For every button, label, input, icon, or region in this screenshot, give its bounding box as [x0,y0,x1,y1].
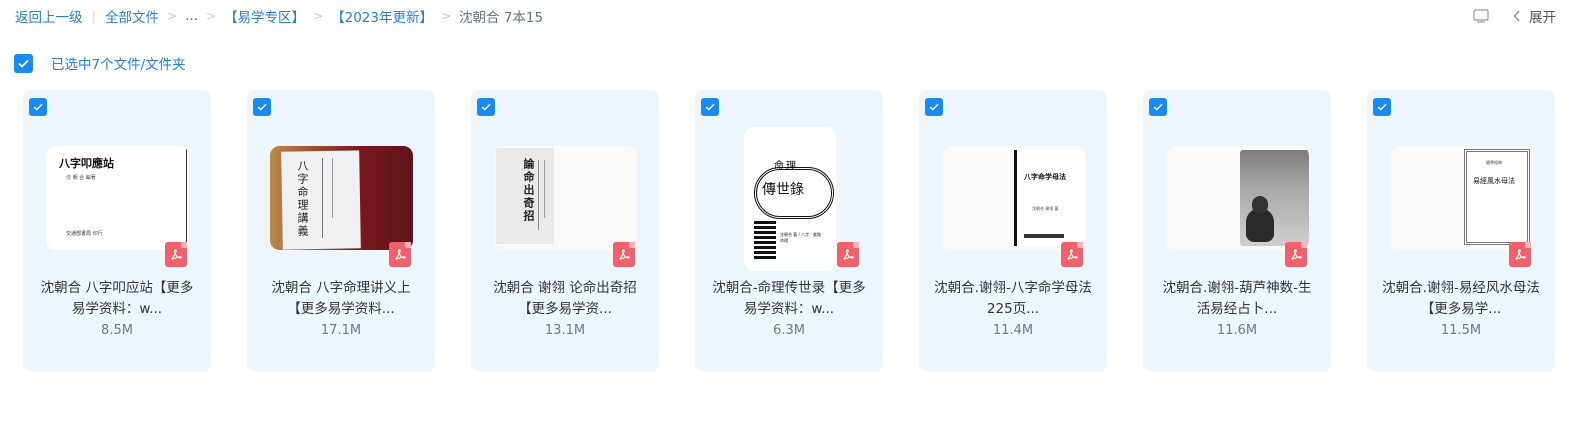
chevron-right-icon: > [313,9,324,23]
file-thumbnail: 八字命理講義 [270,146,413,250]
expand-button[interactable]: 展开 [1513,6,1556,26]
file-thumbnail [1166,146,1309,250]
chevron-left-icon [1513,10,1520,22]
file-size: 13.1M [544,323,586,338]
selection-count: 已选中7个文件/文件夹 [51,57,186,73]
breadcrumb-divider: | [91,8,97,24]
thumbnail-author: 沈 朝 合 編著 [66,175,96,181]
thumbnail-subtitle: 沈朝合 著 / 八字 · 紫微 · 命理 [780,232,824,243]
file-checkbox[interactable] [1373,98,1391,116]
file-size: 17.1M [320,323,362,338]
file-thumbnail: 命理 傳世錄 沈朝合 著 / 八字 · 紫微 · 命理 [744,127,836,271]
breadcrumb: 返回上一级 | 全部文件 > ... > 【易学专区】 > 【2023年更新】 … [15,6,543,26]
file-name: 沈朝合.谢翎-八字命学母法 225页... [934,280,1092,317]
file-size: 8.5M [101,323,133,338]
pdf-icon [1285,242,1307,267]
pdf-icon [165,242,187,267]
file-size: 11.6M [1216,323,1258,338]
file-card[interactable]: 命理 傳世錄 沈朝合 著 / 八字 · 紫微 · 命理 沈朝合-命理传世录【更多… [695,90,883,372]
thumbnail-title: 論命出奇招 [522,158,535,223]
file-size: 11.5M [1440,323,1482,338]
chevron-right-icon: > [167,9,178,23]
pdf-icon [389,242,411,267]
file-checkbox[interactable] [1149,98,1167,116]
thumbnail-title: 易經風水母法 [1473,177,1515,185]
breadcrumb-folder-yixue[interactable]: 【易学专区】 [224,6,305,26]
thumbnail-title: 八字叩應站 [59,157,114,170]
file-name: 沈朝合.谢翎-易经风水母法 【更多易学... [1382,280,1540,317]
file-checkbox[interactable] [253,98,271,116]
file-checkbox[interactable] [701,98,719,116]
file-name: 沈朝合 谢翎 论命出奇招 【更多易学资... [493,280,637,317]
selection-bar: 已选中7个文件/文件夹 [14,53,186,73]
file-thumbnail: 八字命学母法 沈朝合 谢翎 著 [942,146,1085,250]
checkmark-icon [257,103,267,111]
file-checkbox[interactable] [925,98,943,116]
thumbnail-top: 國學經典 [1486,160,1502,165]
checkmark-icon [481,103,491,111]
file-card[interactable]: 沈朝合.谢翎-葫芦神数-生 活易经占卜... 11.6M [1143,90,1331,372]
file-card[interactable]: 論命出奇招 沈朝合 谢翎 论命出奇招 【更多易学资... 13.1M [471,90,659,372]
file-card[interactable]: 八字命理講義 沈朝合 八字命理讲义上 【更多易学资料... 17.1M [247,90,435,372]
chevron-right-icon: > [440,9,452,23]
breadcrumb-current: 沈朝合 7本15 [459,10,544,26]
thumbnail-title: 八字命学母法 [1024,173,1066,181]
thumbnail-title: 傳世錄 [762,182,804,198]
file-card[interactable]: 八字叩應站 沈 朝 合 編著 交通部書局 印行 沈朝合 八字叩应站【更多 易学资… [23,90,211,372]
file-thumbnail: 國學經典 易經風水母法 [1390,146,1533,250]
checkmark-icon [1377,103,1387,111]
file-thumbnail: 八字叩應站 沈 朝 合 編著 交通部書局 印行 [46,146,189,250]
breadcrumb-folder-2023[interactable]: 【2023年更新】 [331,6,433,26]
checkmark-icon [18,59,29,68]
file-name: 沈朝合 八字命理讲义上 【更多易学资料... [271,280,411,317]
file-name: 沈朝合.谢翎-葫芦神数-生 活易经占卜... [1162,280,1312,317]
checkmark-icon [33,103,43,111]
back-link[interactable]: 返回上一级 [15,6,83,26]
file-name: 沈朝合-命理传世录【更多 易学资料：w... [712,280,866,317]
view-controls: 展开 [1473,6,1556,26]
pdf-icon [1509,242,1531,267]
thumbnail-subtitle: 沈朝合 谢翎 著 [1032,206,1059,211]
expand-label: 展开 [1529,10,1556,26]
select-all-checkbox[interactable] [14,53,33,73]
panel-toggle-icon[interactable] [1473,9,1489,23]
chevron-right-icon: > [206,9,217,23]
checkmark-icon [929,103,939,111]
breadcrumb-ellipsis[interactable]: ... [185,8,198,24]
pdf-icon [613,242,635,267]
file-grid: 八字叩應站 沈 朝 合 編著 交通部書局 印行 沈朝合 八字叩应站【更多 易学资… [23,90,1555,372]
thumbnail-title: 八字命理講義 [296,160,309,238]
file-name: 沈朝合 八字叩应站【更多 易学资料：w... [40,280,194,317]
file-size: 11.4M [992,323,1034,338]
checkmark-icon [705,103,715,111]
checkmark-icon [1153,103,1163,111]
breadcrumb-all-files[interactable]: 全部文件 [105,6,159,26]
file-size: 6.3M [773,323,805,338]
file-card[interactable]: 八字命学母法 沈朝合 谢翎 著 沈朝合.谢翎-八字命学母法 225页... 11… [919,90,1107,372]
file-card[interactable]: 國學經典 易經風水母法 沈朝合.谢翎-易经风水母法 【更多易学... 11.5M [1367,90,1555,372]
pdf-icon [837,242,859,267]
file-checkbox[interactable] [477,98,495,116]
thumbnail-publisher: 交通部書局 印行 [66,231,103,237]
file-checkbox[interactable] [29,98,47,116]
file-thumbnail: 論命出奇招 [494,146,637,250]
pdf-icon [1061,242,1083,267]
